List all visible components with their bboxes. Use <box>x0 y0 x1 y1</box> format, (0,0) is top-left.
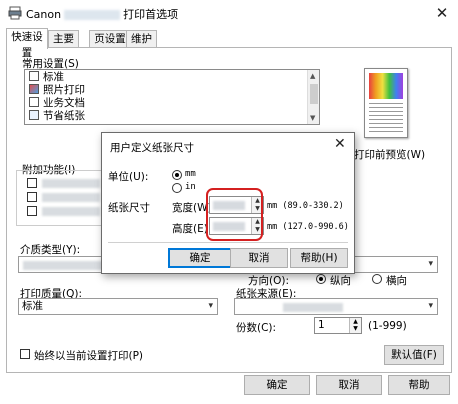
title-suffix: 打印首选项 <box>123 8 179 21</box>
highlight-box <box>206 188 263 241</box>
preview-image <box>369 73 403 99</box>
common-settings-list[interactable]: 标准 照片打印 业务文档 节省纸张 ▲ ▼ <box>24 69 320 125</box>
list-item[interactable]: 照片打印 <box>29 84 85 97</box>
copies-input[interactable]: 1 ▲ ▼ <box>314 317 362 334</box>
list-item[interactable]: 节省纸张 <box>29 110 85 123</box>
unit-label: 单位(U): <box>108 171 149 183</box>
tab-main[interactable]: 主要 <box>48 30 79 48</box>
unit-mm-radio[interactable] <box>172 170 182 180</box>
chevron-down-icon: ▾ <box>428 259 433 269</box>
copies-label: 份数(C): <box>236 322 277 334</box>
dialog-ok-button[interactable]: 确定 <box>168 248 232 268</box>
height-range: mm (127.0-990.6) <box>267 222 349 232</box>
feature-checkbox[interactable] <box>27 192 37 202</box>
paper-size-label: 纸张尺寸 <box>108 202 150 214</box>
copies-spinner[interactable]: ▲ ▼ <box>349 318 361 333</box>
width-range-value: (89.0-330.2) <box>282 201 344 211</box>
unit-in-label: in <box>185 182 196 192</box>
tab-quick-setup[interactable]: 快速设置 <box>6 28 48 59</box>
dialog-separator <box>108 242 348 243</box>
scroll-thumb[interactable] <box>310 84 318 104</box>
width-range: mm (89.0-330.2) <box>267 201 344 211</box>
help-button[interactable]: 帮助 <box>388 375 450 395</box>
height-range-value: (127.0-990.6) <box>282 222 349 232</box>
copies-value: 1 <box>318 319 325 331</box>
chevron-down-icon: ▾ <box>208 301 213 311</box>
page-preview <box>364 68 408 138</box>
portrait-label: 纵向 <box>330 275 351 287</box>
close-icon[interactable]: ✕ <box>334 136 346 152</box>
media-type-label: 介质类型(Y): <box>20 244 81 256</box>
dialog-title: 用户定义纸张尺寸 <box>110 142 194 154</box>
list-item[interactable]: 标准 <box>29 71 64 84</box>
print-quality-value: 标准 <box>22 300 43 312</box>
landscape-radio[interactable] <box>372 274 382 284</box>
standard-icon <box>29 71 39 81</box>
close-icon[interactable]: ✕ <box>432 3 452 23</box>
copies-range: (1-999) <box>368 320 407 332</box>
title-bar: Canon 打印首选项 ✕ <box>0 0 458 26</box>
document-icon <box>29 97 39 107</box>
photo-icon <box>29 84 39 94</box>
chevron-down-icon: ▾ <box>428 301 433 311</box>
cancel-button[interactable]: 取消 <box>316 375 382 395</box>
scroll-down-icon[interactable]: ▼ <box>310 114 315 122</box>
list-item-label: 业务文档 <box>43 97 85 109</box>
window-title: Canon 打印首选项 <box>26 6 178 22</box>
defaults-button[interactable]: 默认值(F) <box>384 345 444 365</box>
list-item-label: 照片打印 <box>43 84 85 96</box>
list-item-label: 标准 <box>43 71 64 83</box>
tab-maintenance[interactable]: 维护 <box>126 30 157 48</box>
list-scrollbar[interactable]: ▲ ▼ <box>307 70 319 124</box>
feature-label-redacted <box>42 179 100 188</box>
paper-saving-icon <box>29 110 39 120</box>
feature-checkbox[interactable] <box>27 178 37 188</box>
portrait-radio[interactable] <box>316 274 326 284</box>
feature-checkbox[interactable] <box>27 206 37 216</box>
landscape-label: 横向 <box>386 275 407 287</box>
list-item-label: 节省纸张 <box>43 110 85 122</box>
list-item[interactable]: 业务文档 <box>29 97 85 110</box>
model-name-redacted <box>64 10 121 20</box>
feature-label-redacted <box>42 207 100 216</box>
dialog-cancel-button[interactable]: 取消 <box>230 248 288 268</box>
preview-before-print-label: 打印前预览(W) <box>354 149 426 161</box>
print-quality-select[interactable]: 标准 ▾ <box>18 298 218 315</box>
dialog-help-button[interactable]: 帮助(H) <box>290 248 348 268</box>
tab-page-setup[interactable]: 页设置 <box>89 30 131 48</box>
paper-source-select[interactable]: ▾ <box>234 298 438 315</box>
width-unit: mm <box>267 201 278 211</box>
paper-source-value-redacted <box>283 303 343 312</box>
unit-in-radio[interactable] <box>172 183 182 193</box>
feature-label-redacted <box>42 193 100 202</box>
always-print-checkbox[interactable] <box>20 349 30 359</box>
height-unit: mm <box>267 222 278 232</box>
preview-text-lines <box>369 103 403 133</box>
scroll-up-icon[interactable]: ▲ <box>310 72 315 80</box>
title-prefix: Canon <box>26 8 62 21</box>
ok-button[interactable]: 确定 <box>244 375 310 395</box>
unit-mm-label: mm <box>185 169 196 179</box>
always-print-label: 始终以当前设置打印(P) <box>34 350 144 362</box>
printer-icon <box>8 6 22 20</box>
